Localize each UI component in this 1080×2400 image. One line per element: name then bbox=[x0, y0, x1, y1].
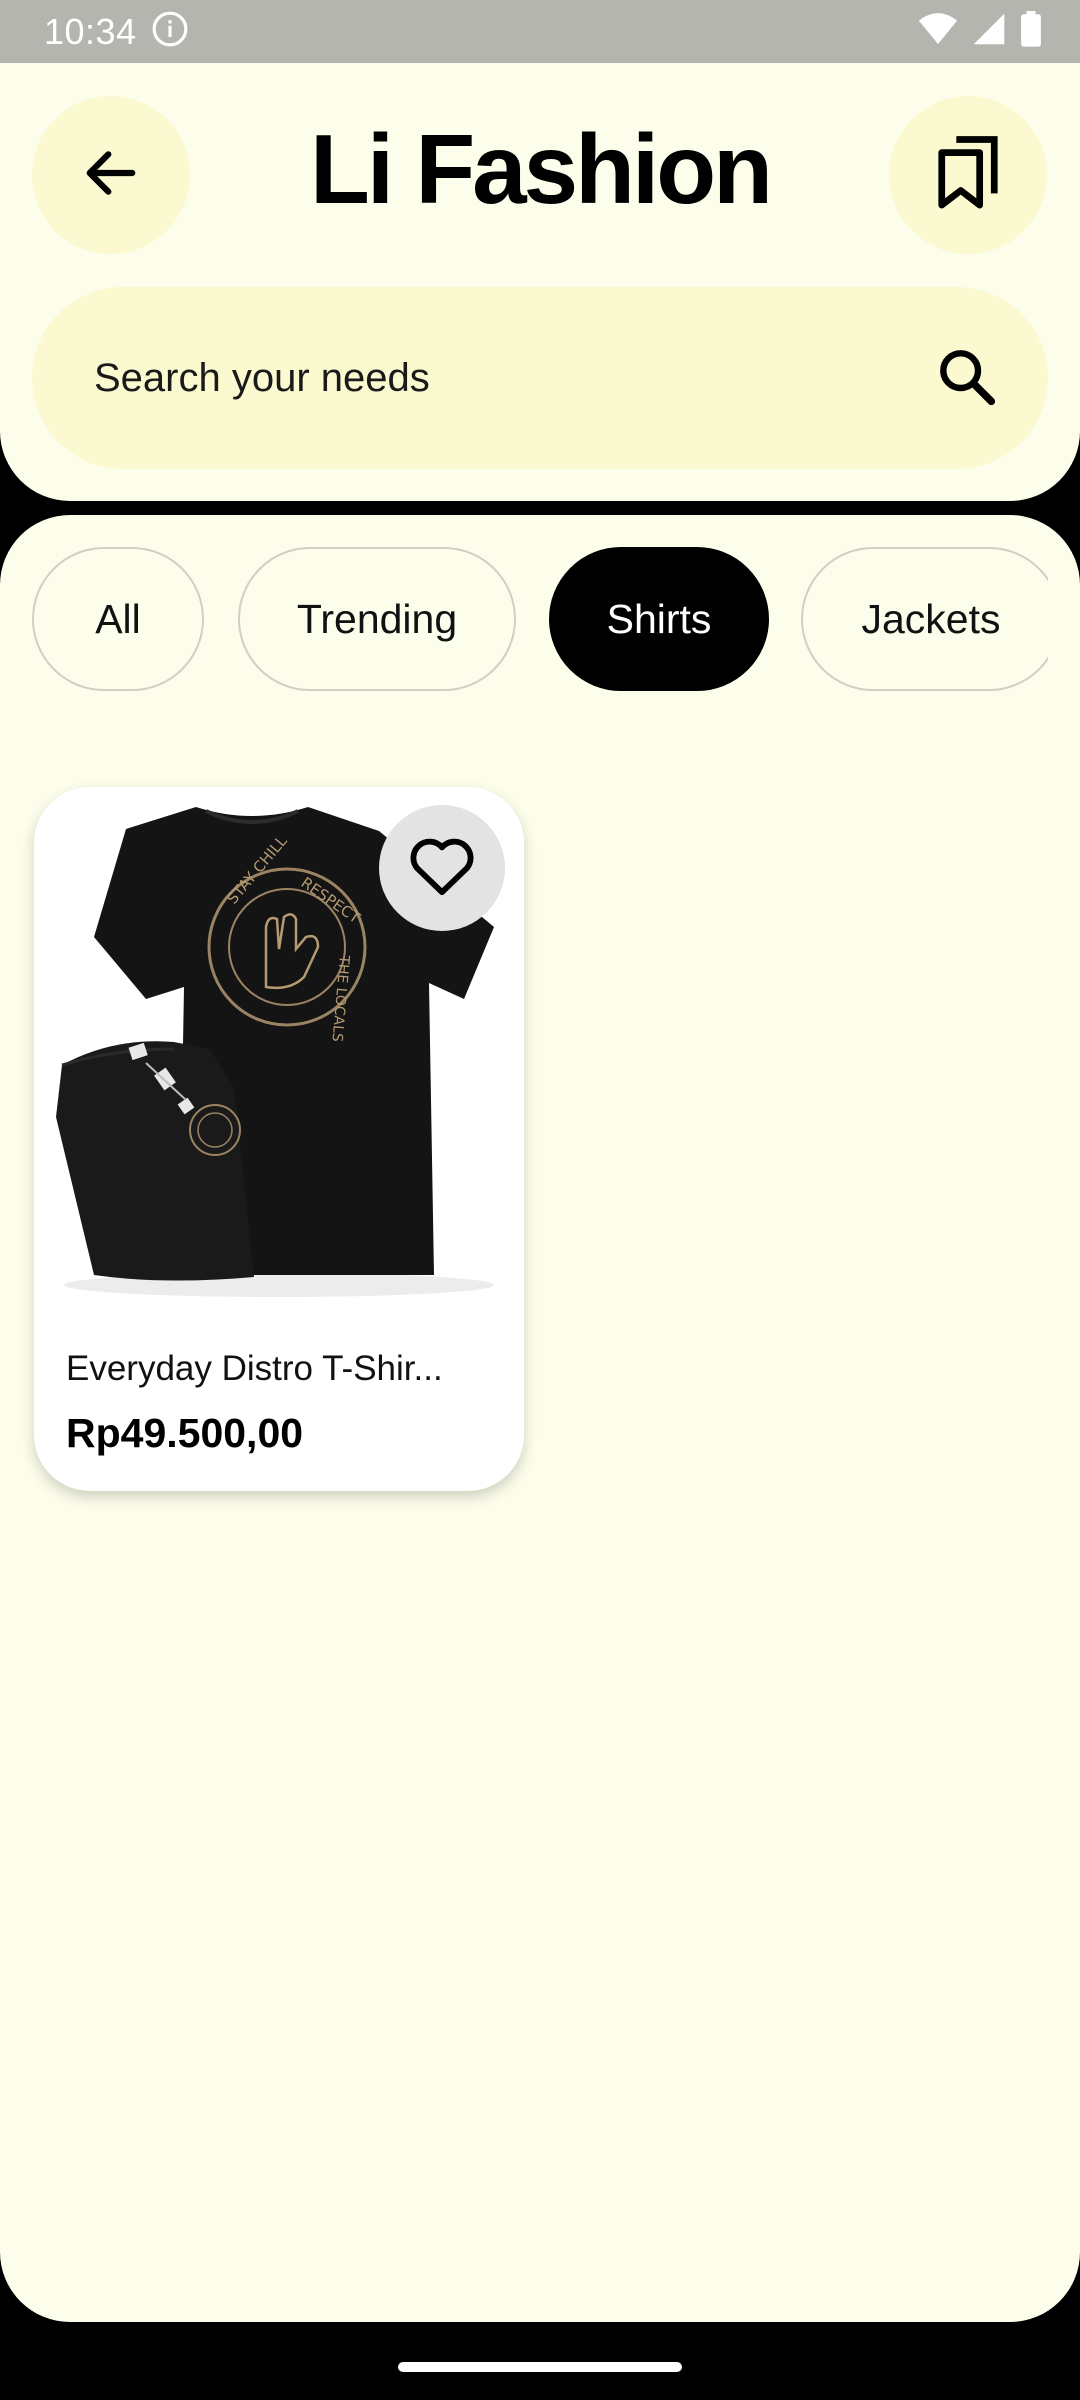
signal-icon bbox=[972, 12, 1006, 51]
search-bar[interactable]: Search your needs bbox=[32, 287, 1048, 469]
chip-jackets[interactable]: Jackets bbox=[801, 547, 1048, 691]
status-bar: 10:34 bbox=[0, 0, 1080, 63]
header-card: Li Fashion Search your needs bbox=[0, 63, 1080, 501]
chip-trending[interactable]: Trending bbox=[238, 547, 516, 691]
battery-icon bbox=[1020, 11, 1042, 52]
category-chips: All Trending Shirts Jackets bbox=[32, 547, 1048, 691]
status-right bbox=[918, 11, 1042, 52]
product-card[interactable]: STAY CHILL RESPECT THE LOCALS Everyday D… bbox=[34, 787, 524, 1491]
product-name: Everyday Distro T-Shir... bbox=[66, 1349, 443, 1388]
bookmarks-button[interactable] bbox=[889, 96, 1047, 254]
home-indicator[interactable] bbox=[398, 2362, 682, 2372]
screen: 10:34 Li Fashion Search your needs All T… bbox=[0, 0, 1080, 2400]
status-left: 10:34 bbox=[44, 10, 189, 53]
bookmarks-icon bbox=[933, 135, 1003, 216]
search-input[interactable]: Search your needs bbox=[94, 356, 430, 401]
heart-icon bbox=[407, 834, 477, 903]
product-image[interactable]: STAY CHILL RESPECT THE LOCALS bbox=[34, 787, 524, 1315]
search-icon[interactable] bbox=[934, 344, 998, 413]
main-card: All Trending Shirts Jackets STAY CHILL R… bbox=[0, 515, 1080, 2322]
wifi-icon bbox=[918, 12, 958, 51]
chip-shirts[interactable]: Shirts bbox=[549, 547, 769, 691]
chip-all[interactable]: All bbox=[32, 547, 204, 691]
info-icon bbox=[151, 10, 189, 53]
status-time: 10:34 bbox=[44, 10, 137, 52]
favorite-button[interactable] bbox=[379, 805, 505, 931]
product-price: Rp49.500,00 bbox=[66, 1410, 304, 1456]
